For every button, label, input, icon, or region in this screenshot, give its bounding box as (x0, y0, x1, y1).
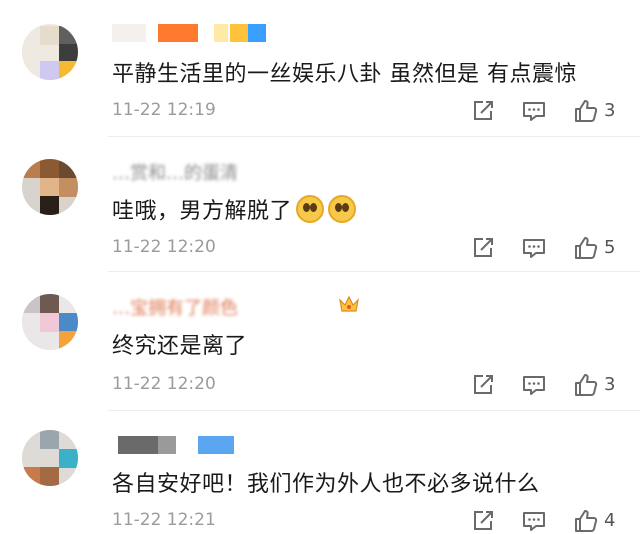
share-icon[interactable] (470, 235, 496, 261)
avatar[interactable] (22, 24, 78, 80)
thumbs-up-icon[interactable] (573, 235, 599, 261)
comment-item: 平静生活里的一丝娱乐八卦 虽然但是 有点震惊 11-22 12:19 3 (0, 0, 640, 137)
comment-time: 11-22 12:19 (112, 100, 216, 120)
comment-item: …宝拥有了颜色 终究还是离了 11-22 12:20 3 (0, 272, 640, 411)
share-icon[interactable] (470, 98, 496, 124)
comment-item: 各自安好吧！我们作为外人也不必多说什么 11-22 12:21 4 (0, 410, 640, 534)
comment-icon[interactable] (521, 508, 547, 534)
thumbs-up-icon[interactable] (573, 508, 599, 534)
comment-time: 11-22 12:20 (112, 237, 216, 257)
like-count: 3 (604, 374, 616, 395)
nickname-text: …赏和…的蛋清 (112, 163, 238, 184)
hug-face-emoji (328, 195, 357, 223)
comment-icon[interactable] (521, 98, 547, 124)
comment-time: 11-22 12:20 (112, 374, 216, 394)
like-count: 4 (604, 510, 616, 531)
comment-text: 平静生活里的一丝娱乐八卦 虽然但是 有点震惊 (112, 62, 577, 87)
like-count: 3 (604, 100, 616, 121)
comment-icon[interactable] (521, 372, 547, 398)
share-icon[interactable] (470, 508, 496, 534)
thumbs-up-icon[interactable] (573, 372, 599, 398)
crown-icon (339, 295, 359, 312)
comment-text-body: 哇哦，男方解脱了 (112, 199, 293, 224)
comment-icon[interactable] (521, 235, 547, 261)
comment-text: 终究还是离了 (112, 334, 248, 359)
hug-face-emoji (296, 195, 325, 223)
comment-text: 哇哦，男方解脱了 (112, 193, 357, 225)
like-count: 5 (604, 237, 616, 258)
avatar[interactable] (22, 430, 78, 486)
comment-time: 11-22 12:21 (112, 510, 216, 530)
avatar[interactable] (22, 294, 78, 350)
thumbs-up-icon[interactable] (573, 98, 599, 124)
nickname-text: …宝拥有了颜色 (112, 298, 238, 319)
comment-text: 各自安好吧！我们作为外人也不必多说什么 (112, 472, 540, 497)
share-icon[interactable] (470, 372, 496, 398)
comment-item: …赏和…的蛋清 哇哦，男方解脱了 11-22 12:20 5 (0, 137, 640, 272)
avatar[interactable] (22, 159, 78, 215)
